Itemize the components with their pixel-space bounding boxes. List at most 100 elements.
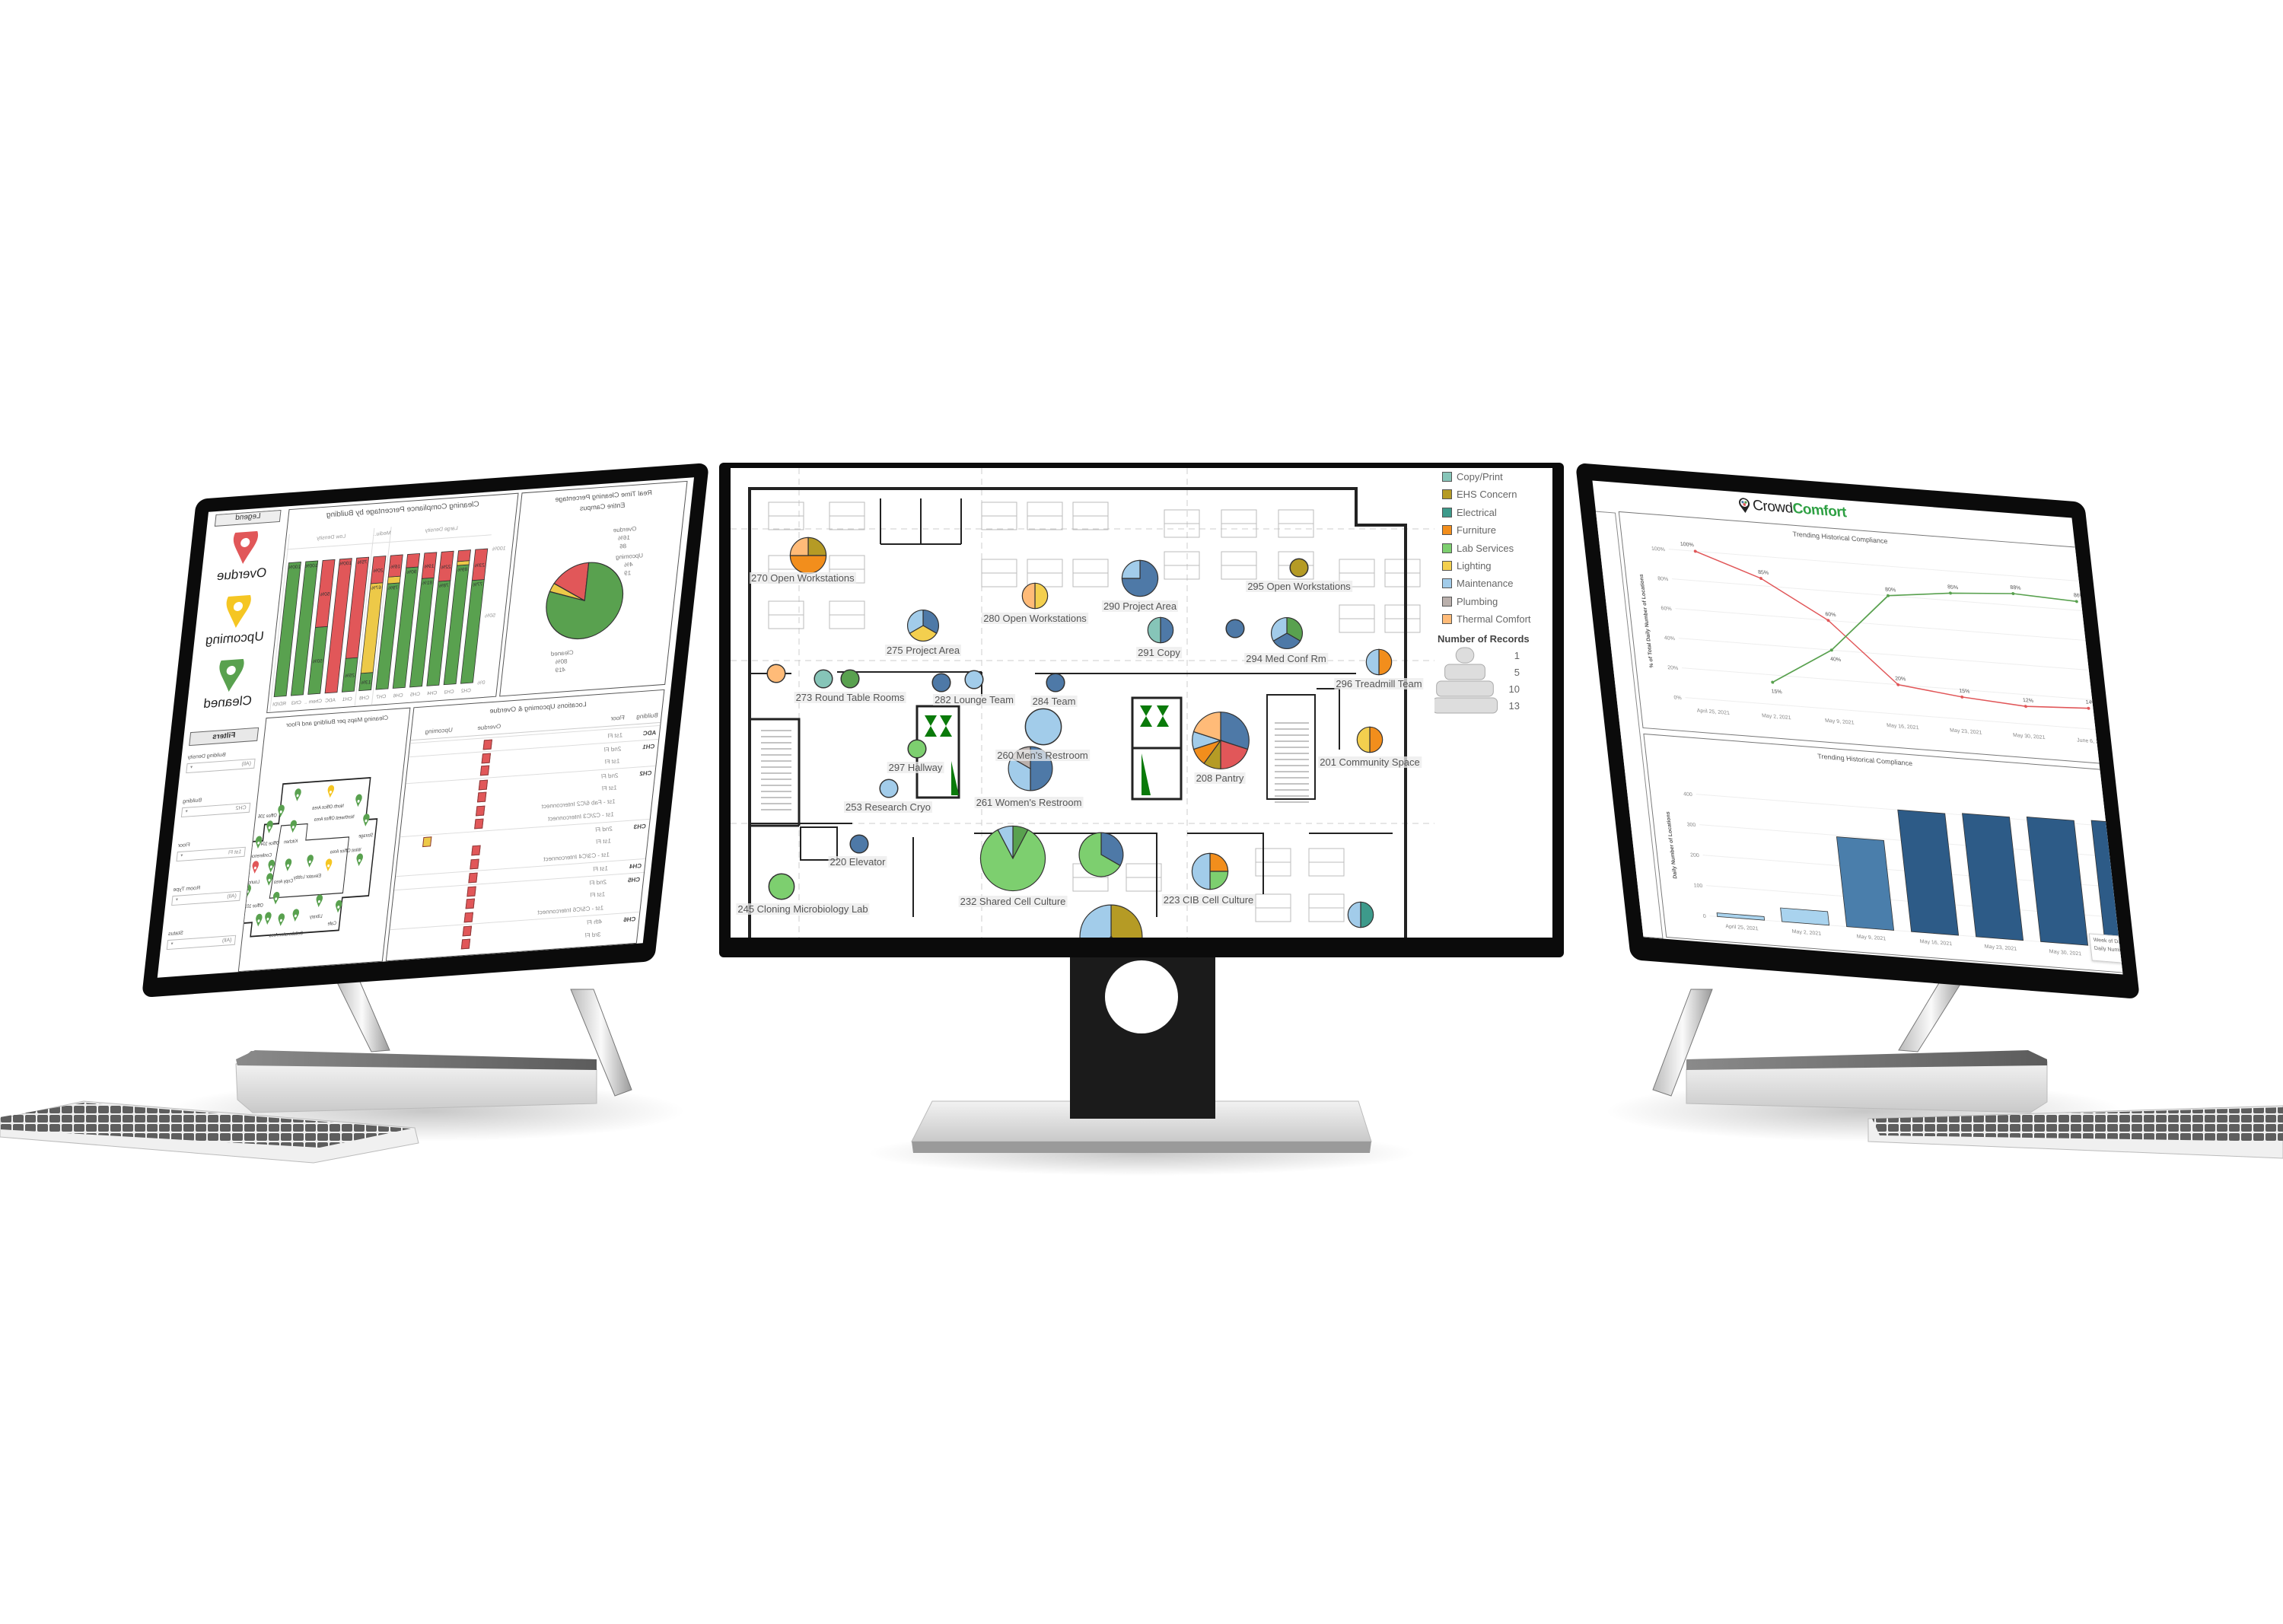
dropdown-arrow-icon[interactable]: ▾ — [176, 897, 179, 903]
pie-chart-room[interactable] — [1191, 852, 1229, 890]
room-label[interactable]: 208 Pantry — [1194, 772, 1246, 784]
overdue-marker[interactable] — [463, 912, 474, 922]
room-label[interactable]: 284 Team — [1030, 696, 1078, 707]
pie-chart-room[interactable] — [964, 670, 984, 689]
room-label[interactable]: 245 Cloning Microbiology Lab — [736, 903, 870, 915]
data-label: 60% — [1825, 612, 1836, 618]
room-label[interactable]: 297 Hallway — [887, 762, 944, 773]
room-label[interactable]: 261 Women's Restroom — [974, 797, 1084, 808]
pie-chart-room[interactable] — [906, 609, 940, 642]
overdue-marker[interactable] — [478, 779, 489, 790]
filter-dropdown[interactable]: (All) ▾ — [166, 935, 237, 951]
data-label: 15% — [1771, 689, 1782, 695]
dropdown-arrow-icon[interactable]: ▾ — [180, 853, 183, 858]
pie-slice — [789, 537, 809, 556]
upcoming-marker[interactable] — [422, 836, 432, 847]
pie-chart-room[interactable] — [849, 834, 869, 854]
pie-chart-room[interactable] — [789, 537, 827, 575]
overdue-marker[interactable] — [462, 925, 473, 937]
pie-chart-room[interactable] — [1347, 901, 1374, 928]
legend-item[interactable]: EHS Concern — [1442, 489, 1517, 500]
room-label[interactable]: 273 Round Table Rooms — [794, 692, 906, 703]
room-label[interactable]: 280 Open Workstations — [982, 613, 1088, 624]
pie-chart-room[interactable] — [1192, 712, 1250, 769]
room-label[interactable]: 295 Open Workstations — [1246, 581, 1352, 592]
right-monitor: CrowdComfort Trending Historical Complia… — [1575, 463, 2141, 999]
overdue-marker[interactable] — [470, 858, 479, 869]
pie-chart-room[interactable] — [907, 739, 927, 759]
room-label[interactable]: 290 Project Area — [1101, 600, 1179, 612]
pie-chart-room[interactable] — [931, 673, 951, 693]
pie-chart-room[interactable] — [1021, 582, 1049, 610]
pie-chart-room[interactable] — [1289, 558, 1309, 578]
pie-chart-room[interactable] — [1079, 904, 1143, 938]
column-header[interactable]: Overdue — [466, 722, 512, 732]
overdue-marker[interactable] — [460, 938, 471, 949]
overdue-marker[interactable] — [476, 805, 486, 816]
room-label[interactable]: 270 Open Workstations — [750, 572, 856, 584]
overdue-marker[interactable] — [466, 886, 476, 896]
dropdown-arrow-icon[interactable]: ▾ — [185, 809, 188, 814]
column-header[interactable]: Building — [627, 712, 658, 721]
filter-dropdown[interactable]: (All) ▾ — [186, 758, 256, 774]
pie-chart-room[interactable] — [879, 779, 899, 798]
pie-chart-room[interactable] — [1365, 648, 1393, 676]
legend-item[interactable]: Electrical — [1442, 507, 1497, 518]
legend-item[interactable]: Plumbing — [1442, 596, 1498, 607]
filter-dropdown[interactable]: 1st Fl ▾ — [176, 846, 246, 862]
legend-item[interactable]: Thermal Comfort — [1442, 613, 1531, 625]
pie-chart-room[interactable] — [1121, 559, 1159, 597]
filter-dropdown[interactable]: CH2 ▾ — [180, 802, 251, 818]
overdue-marker[interactable] — [476, 791, 487, 803]
desk — [1072, 877, 1109, 892]
pie-chart-room[interactable] — [1147, 616, 1174, 644]
legend-item[interactable]: Maintenance — [1442, 578, 1513, 589]
legend-item[interactable]: Lab Services — [1442, 543, 1514, 554]
legend-item[interactable]: Lighting — [1442, 560, 1492, 572]
cleaning-floor-map[interactable]: Office 106North Office AreaNorthwest Off… — [238, 727, 408, 966]
room-label[interactable]: 260 Men's Restroom — [995, 750, 1090, 761]
legend-item[interactable]: Copy/Print — [1442, 471, 1503, 482]
pie-chart-room[interactable] — [766, 664, 786, 683]
pie-chart-room[interactable] — [1078, 832, 1124, 877]
room-label[interactable]: 201 Community Space — [1318, 756, 1422, 768]
room-label[interactable]: 291 Copy — [1136, 647, 1182, 658]
room-label[interactable]: 220 Elevator — [828, 856, 887, 868]
desk — [1221, 523, 1257, 538]
overdue-marker[interactable] — [481, 753, 492, 763]
floor-cell: 1st Fl — [595, 837, 612, 845]
overdue-marker[interactable] — [479, 765, 490, 776]
bar-data-label: 19% — [424, 564, 435, 570]
pie-chart-room[interactable] — [814, 669, 833, 689]
overdue-marker[interactable] — [474, 818, 484, 830]
room-label[interactable]: 294 Med Conf Rm — [1244, 653, 1328, 664]
pie-chart-room[interactable] — [1270, 616, 1304, 650]
pie-chart-room[interactable] — [1225, 619, 1245, 638]
overdue-marker[interactable] — [465, 898, 476, 909]
filter-dropdown[interactable]: (All) ▾ — [171, 890, 241, 906]
room-label[interactable]: 232 Shared Cell Culture — [958, 896, 1068, 907]
column-header[interactable]: Upcoming — [416, 726, 462, 736]
pin-shape — [219, 658, 244, 692]
pie-chart-room[interactable] — [979, 825, 1046, 892]
dropdown-arrow-icon[interactable]: ▾ — [170, 941, 174, 947]
legend-item[interactable]: Furniture — [1442, 524, 1496, 536]
overdue-marker[interactable] — [471, 845, 481, 856]
room-label[interactable]: 275 Project Area — [884, 645, 962, 656]
room-label[interactable]: 296 Treadmill Team — [1334, 678, 1424, 689]
overdue-marker[interactable] — [482, 739, 492, 750]
legend-label: Maintenance — [1457, 578, 1514, 590]
pie-chart-room[interactable] — [1046, 673, 1065, 693]
room-label[interactable]: 223 CIB Cell Culture — [1161, 894, 1256, 906]
pie-chart-room[interactable] — [1356, 726, 1383, 753]
pie-chart-room[interactable] — [1024, 708, 1062, 746]
column-header[interactable]: Floor — [517, 714, 625, 728]
fixture — [925, 715, 937, 737]
pie-chart-room[interactable] — [840, 669, 860, 689]
overdue-marker[interactable] — [468, 872, 478, 884]
room-label[interactable]: 253 Research Cryo — [844, 801, 932, 813]
room-label[interactable]: 282 Lounge Team — [933, 694, 1015, 705]
dropdown-arrow-icon[interactable]: ▾ — [190, 765, 193, 770]
desk — [1308, 848, 1345, 863]
pie-chart-room[interactable] — [768, 873, 795, 900]
